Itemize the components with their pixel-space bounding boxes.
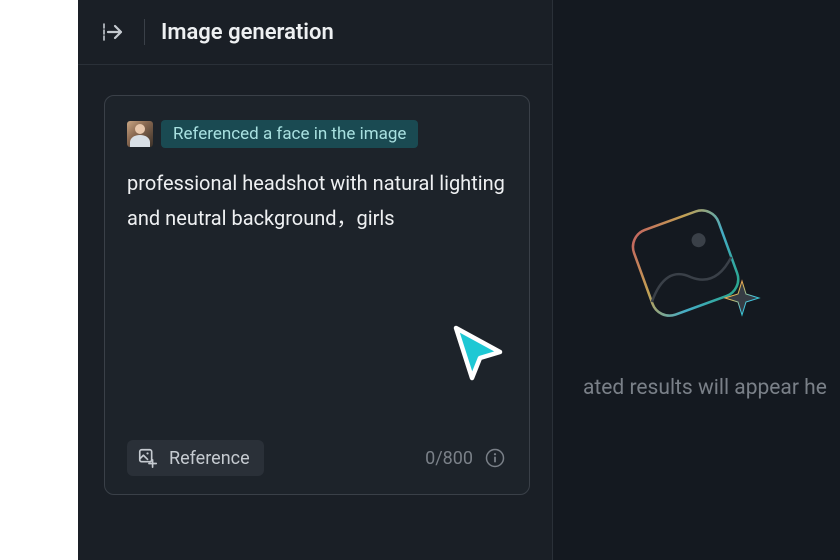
reference-button[interactable]: Reference	[127, 440, 264, 476]
results-area: ated results will appear he	[553, 0, 840, 560]
card-footer: Reference 0/800	[127, 440, 505, 476]
footer-right: 0/800	[425, 448, 505, 469]
panel-body: Referenced a face in the image professio…	[78, 65, 552, 560]
reference-button-label: Reference	[169, 448, 250, 469]
reference-chip[interactable]: Referenced a face in the image	[161, 120, 418, 148]
reference-add-icon	[137, 447, 159, 469]
header: Image generation	[78, 0, 552, 65]
sidebar-panel: Image generation Referenced a face in th…	[78, 0, 553, 560]
app-container: Image generation Referenced a face in th…	[78, 0, 840, 560]
reference-face-avatar[interactable]	[127, 121, 153, 147]
collapse-sidebar-icon[interactable]	[100, 18, 128, 46]
page-title: Image generation	[161, 20, 334, 45]
results-placeholder-text: ated results will appear he	[583, 376, 827, 400]
info-icon[interactable]	[485, 448, 505, 468]
placeholder-image-icon	[612, 186, 772, 346]
prompt-textarea[interactable]: professional headshot with natural light…	[127, 166, 505, 236]
character-counter: 0/800	[425, 448, 473, 469]
reference-row: Referenced a face in the image	[127, 120, 505, 148]
prompt-card: Referenced a face in the image professio…	[104, 95, 530, 495]
whitespace-left	[0, 0, 78, 560]
divider	[144, 19, 145, 45]
